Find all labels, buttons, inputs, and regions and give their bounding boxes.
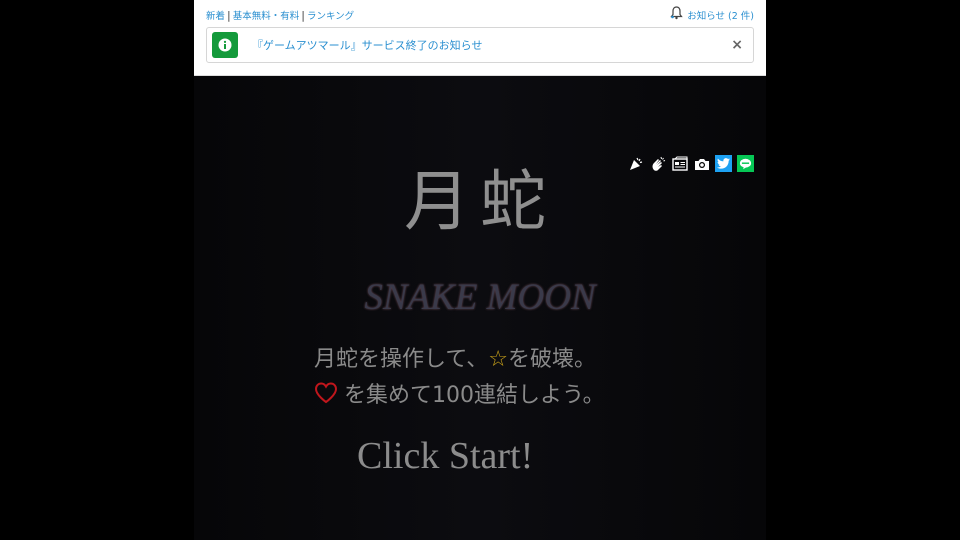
star-icon: ☆	[488, 347, 508, 372]
top-nav: 新着 | 基本無料・有料 | ランキング	[206, 8, 354, 23]
instruction-text: 月蛇を操作して、	[314, 347, 489, 372]
notifications-link[interactable]: お知らせ (2 件)	[670, 6, 754, 23]
instruction-line-1: 月蛇を操作して、☆を破壊。	[314, 341, 596, 373]
nav-link-new[interactable]: 新着	[206, 8, 225, 22]
instruction-text: を破壊。	[507, 347, 596, 372]
page-container: 新着 | 基本無料・有料 | ランキング お知らせ (2 件) 『ゲームアツマー…	[194, 0, 766, 540]
notice-banner: 『ゲームアツマール』サービス終了のお知らせ ×	[206, 27, 754, 63]
bell-icon	[670, 6, 683, 23]
notice-link[interactable]: 『ゲームアツマール』サービス終了のお知らせ	[252, 37, 482, 53]
instruction-text: を集めて100連結しよう。	[344, 383, 605, 408]
nav-link-ranking[interactable]: ランキング	[307, 8, 354, 22]
info-icon	[212, 32, 238, 58]
instruction-line-2: を集めて100連結しよう。	[314, 377, 605, 409]
nav-separator: |	[301, 8, 305, 22]
nav-separator: |	[227, 8, 231, 22]
nav-link-free-paid[interactable]: 基本無料・有料	[233, 8, 300, 22]
game-canvas[interactable]: 月蛇 SNAKE MOON 月蛇を操作して、☆を破壊。 を集めて100連結しよう…	[194, 76, 766, 540]
close-icon[interactable]: ×	[731, 37, 743, 53]
notifications-label: お知らせ (2 件)	[687, 10, 754, 22]
heart-icon	[314, 382, 338, 404]
header-bar: 新着 | 基本無料・有料 | ランキング お知らせ (2 件) 『ゲームアツマー…	[194, 0, 766, 76]
game-subtitle: SNAKE MOON	[364, 277, 596, 318]
start-button[interactable]: Click Start!	[357, 434, 533, 478]
game-title: 月蛇	[404, 163, 556, 240]
